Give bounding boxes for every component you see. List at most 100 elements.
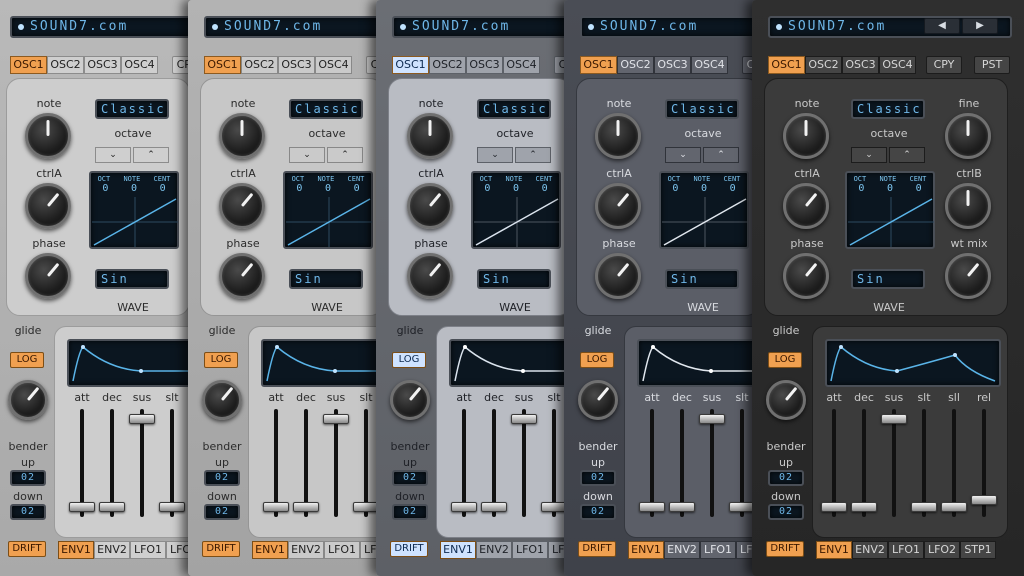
slt-handle[interactable] (911, 502, 937, 512)
sustain-handle[interactable] (323, 414, 349, 424)
tab-env1[interactable]: ENV1 (252, 541, 288, 559)
attack-handle[interactable] (451, 502, 477, 512)
tab-lfo1[interactable]: LFO1 (888, 541, 924, 559)
preset-display[interactable]: Classic (851, 99, 925, 119)
ctrla-knob[interactable] (783, 183, 829, 229)
tab-lfo2[interactable]: LFO2 (924, 541, 960, 559)
tab-osc3[interactable]: OSC3 (466, 56, 503, 74)
phase-knob[interactable] (407, 253, 453, 299)
log-button[interactable]: LOG (10, 352, 44, 368)
log-button[interactable]: LOG (768, 352, 802, 368)
slt-slider[interactable]: slt (159, 391, 185, 517)
preset-display[interactable]: Classic (477, 99, 551, 119)
tab-osc1[interactable]: OSC1 (10, 56, 47, 74)
phase-knob[interactable] (25, 253, 71, 299)
tab-osc4[interactable]: OSC4 (879, 56, 916, 74)
octave-down-button[interactable]: ⌄ (95, 147, 131, 163)
sll-slider[interactable]: sll (941, 391, 967, 517)
preset-display[interactable]: Classic (665, 99, 739, 119)
decay-slider[interactable]: dec (99, 391, 125, 517)
tab-env2[interactable]: ENV2 (852, 541, 888, 559)
tab-env1[interactable]: ENV1 (816, 541, 852, 559)
decay-handle[interactable] (293, 502, 319, 512)
next-preset-button[interactable]: ▶ (962, 18, 998, 34)
tab-osc4[interactable]: OSC4 (121, 56, 158, 74)
bender-down-value[interactable]: 02 (768, 504, 804, 520)
attack-slider[interactable]: att (69, 391, 95, 517)
drift-button[interactable]: DRIFT (766, 541, 804, 557)
tab-env2[interactable]: ENV2 (476, 541, 512, 559)
glide-knob[interactable] (202, 380, 242, 420)
tab-osc2[interactable]: OSC2 (429, 56, 466, 74)
tab-osc4[interactable]: OSC4 (691, 56, 728, 74)
octave-up-button[interactable]: ⌃ (889, 147, 925, 163)
bender-up-value[interactable]: 02 (392, 470, 428, 486)
sustain-handle[interactable] (881, 414, 907, 424)
decay-handle[interactable] (669, 502, 695, 512)
octave-down-button[interactable]: ⌄ (665, 147, 701, 163)
wave-display[interactable]: Sin (851, 269, 925, 289)
bender-down-value[interactable]: 02 (580, 504, 616, 520)
tab-osc2[interactable]: OSC2 (805, 56, 842, 74)
wave-display[interactable]: Sin (477, 269, 551, 289)
tab-osc4[interactable]: OSC4 (315, 56, 352, 74)
bender-down-value[interactable]: 02 (10, 504, 46, 520)
tab-env1[interactable]: ENV1 (58, 541, 94, 559)
sustain-handle[interactable] (699, 414, 725, 424)
tab-env1[interactable]: ENV1 (628, 541, 664, 559)
glide-knob[interactable] (578, 380, 618, 420)
ctrla-knob[interactable] (595, 183, 641, 229)
decay-slider[interactable]: dec (851, 391, 877, 517)
sustain-slider[interactable]: sus (881, 391, 907, 517)
sustain-slider[interactable]: sus (699, 391, 725, 517)
release-slider[interactable]: rel (971, 391, 997, 517)
drift-button[interactable]: DRIFT (8, 541, 46, 557)
tab-env2[interactable]: ENV2 (664, 541, 700, 559)
phase-knob[interactable] (783, 253, 829, 299)
wave-display[interactable]: Sin (289, 269, 363, 289)
tab-osc1[interactable]: OSC1 (580, 56, 617, 74)
wave-display[interactable]: Sin (95, 269, 169, 289)
preset-display[interactable]: Classic (289, 99, 363, 119)
note-knob[interactable] (595, 113, 641, 159)
attack-slider[interactable]: att (263, 391, 289, 517)
attack-handle[interactable] (263, 502, 289, 512)
drift-button[interactable]: DRIFT (390, 541, 428, 557)
slt-handle[interactable] (159, 502, 185, 512)
attack-slider[interactable]: att (821, 391, 847, 517)
wave-display[interactable]: Sin (665, 269, 739, 289)
octave-up-button[interactable]: ⌃ (327, 147, 363, 163)
bender-down-value[interactable]: 02 (392, 504, 428, 520)
sustain-slider[interactable]: sus (129, 391, 155, 517)
sustain-handle[interactable] (511, 414, 537, 424)
tab-env2[interactable]: ENV2 (94, 541, 130, 559)
tab-env2[interactable]: ENV2 (288, 541, 324, 559)
wt-mix-knob[interactable] (945, 253, 991, 299)
glide-knob[interactable] (8, 380, 48, 420)
bender-up-value[interactable]: 02 (768, 470, 804, 486)
tab-osc1[interactable]: OSC1 (768, 56, 805, 74)
tab-lfo1[interactable]: LFO1 (130, 541, 166, 559)
phase-knob[interactable] (595, 253, 641, 299)
tab-osc3[interactable]: OSC3 (842, 56, 879, 74)
tab-osc2[interactable]: OSC2 (241, 56, 278, 74)
tab-osc3[interactable]: OSC3 (654, 56, 691, 74)
octave-down-button[interactable]: ⌄ (289, 147, 325, 163)
decay-handle[interactable] (481, 502, 507, 512)
note-knob[interactable] (783, 113, 829, 159)
bender-up-value[interactable]: 02 (204, 470, 240, 486)
ctrla-knob[interactable] (219, 183, 265, 229)
tab-osc2[interactable]: OSC2 (47, 56, 84, 74)
decay-slider[interactable]: dec (481, 391, 507, 517)
drift-button[interactable]: DRIFT (202, 541, 240, 557)
fine-knob[interactable] (945, 113, 991, 159)
glide-knob[interactable] (766, 380, 806, 420)
tab-lfo1[interactable]: LFO1 (512, 541, 548, 559)
tab-osc2[interactable]: OSC2 (617, 56, 654, 74)
tab-osc4[interactable]: OSC4 (503, 56, 540, 74)
attack-handle[interactable] (821, 502, 847, 512)
decay-handle[interactable] (851, 502, 877, 512)
attack-slider[interactable]: att (451, 391, 477, 517)
log-button[interactable]: LOG (392, 352, 426, 368)
sll-handle[interactable] (941, 502, 967, 512)
